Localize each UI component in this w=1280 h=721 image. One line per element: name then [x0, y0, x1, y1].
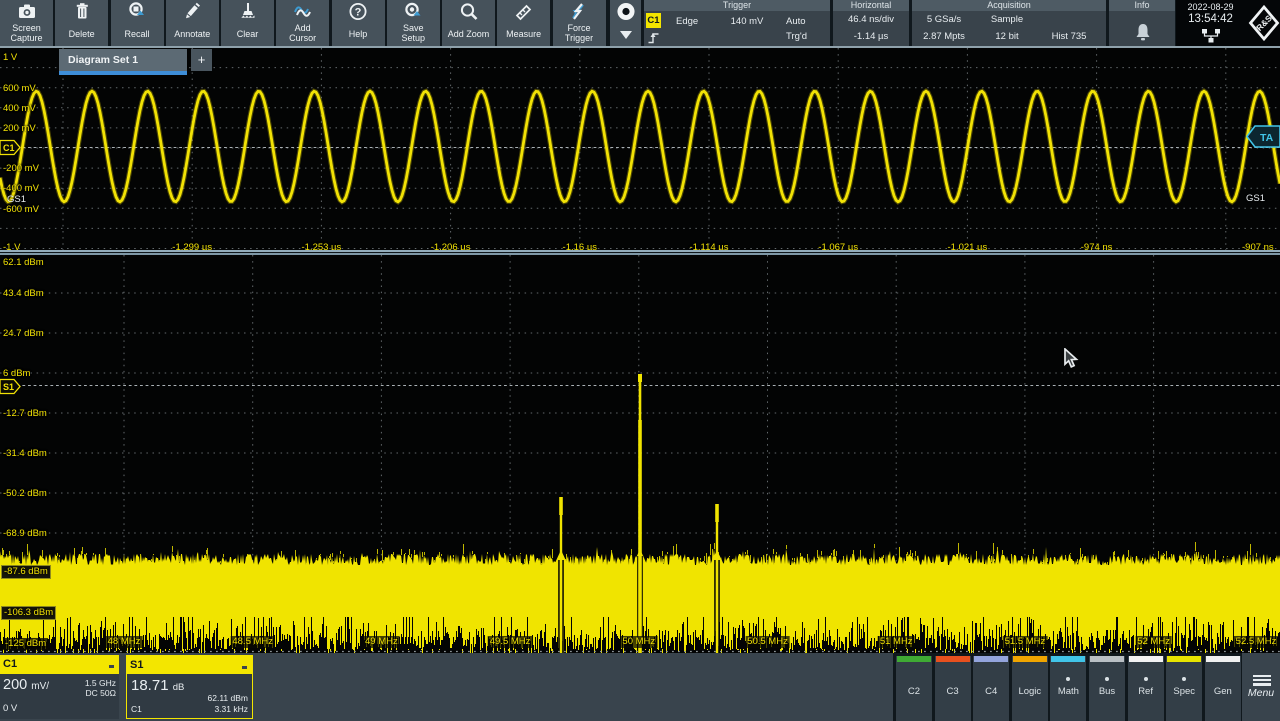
svg-text:?: ?: [355, 7, 362, 19]
svg-text:C1: C1: [3, 143, 15, 153]
svg-text:TA: TA: [1260, 132, 1274, 144]
svg-text:S1: S1: [3, 382, 14, 392]
